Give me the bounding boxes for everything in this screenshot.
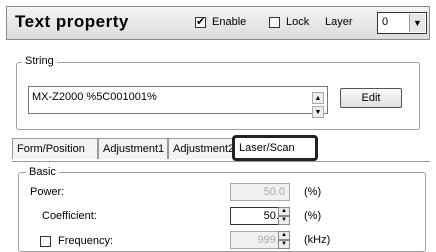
spin-down-icon[interactable]: ▼ [278, 216, 290, 225]
tab-laser-scan[interactable]: Laser/Scan [232, 135, 318, 161]
edit-button[interactable]: Edit [340, 88, 402, 108]
power-label: Power: [30, 186, 65, 198]
scroll-up-icon[interactable]: ▲ [312, 92, 324, 104]
string-scrollbar[interactable]: ▲ ▼ [312, 92, 326, 122]
coefficient-unit: (%) [304, 210, 322, 222]
property-header: Text property Enable Lock Layer 0 ▼ [6, 6, 430, 40]
lock-checkbox[interactable] [269, 17, 280, 28]
layer-label: Layer [325, 16, 353, 28]
spin-up-icon[interactable]: ▲ [278, 231, 290, 240]
scroll-down-icon[interactable]: ▼ [312, 106, 324, 118]
layer-value: 0 [382, 16, 389, 28]
enable-checkbox[interactable] [195, 15, 206, 29]
frequency-label: Frequency: [58, 235, 114, 247]
frequency-checkbox[interactable] [40, 236, 51, 247]
coefficient-label: Coefficient: [42, 210, 97, 222]
frequency-spinner[interactable]: ▲ ▼ [278, 231, 290, 249]
tab-adjustment1[interactable]: Adjustment1 [98, 138, 168, 159]
tab-form-position[interactable]: Form/Position [12, 138, 98, 159]
frequency-unit: (kHz) [304, 234, 331, 246]
layer-select[interactable]: 0 ▼ [377, 12, 427, 34]
string-group-label: String [22, 55, 57, 67]
power-unit: (%) [304, 186, 322, 198]
spin-down-icon[interactable]: ▼ [278, 240, 290, 249]
lock-label: Lock [286, 16, 310, 28]
spin-up-icon[interactable]: ▲ [278, 207, 290, 216]
chevron-down-icon[interactable]: ▼ [409, 14, 425, 32]
tab-strip: Form/Position Adjustment1 Adjustment2 La… [12, 133, 420, 163]
string-input[interactable]: MX-Z2000 %5C001001% [28, 86, 328, 114]
coefficient-spinner[interactable]: ▲ ▼ [278, 207, 290, 225]
basic-group-label: Basic [26, 166, 59, 178]
text-property-panel: Text property Enable Lock Layer 0 ▼ Stri… [0, 0, 436, 252]
panel-title: Text property [15, 12, 129, 31]
power-field[interactable]: 50.0 [230, 183, 290, 201]
enable-label: Enable [212, 16, 247, 28]
tab-adjustment2[interactable]: Adjustment2 [168, 138, 234, 159]
